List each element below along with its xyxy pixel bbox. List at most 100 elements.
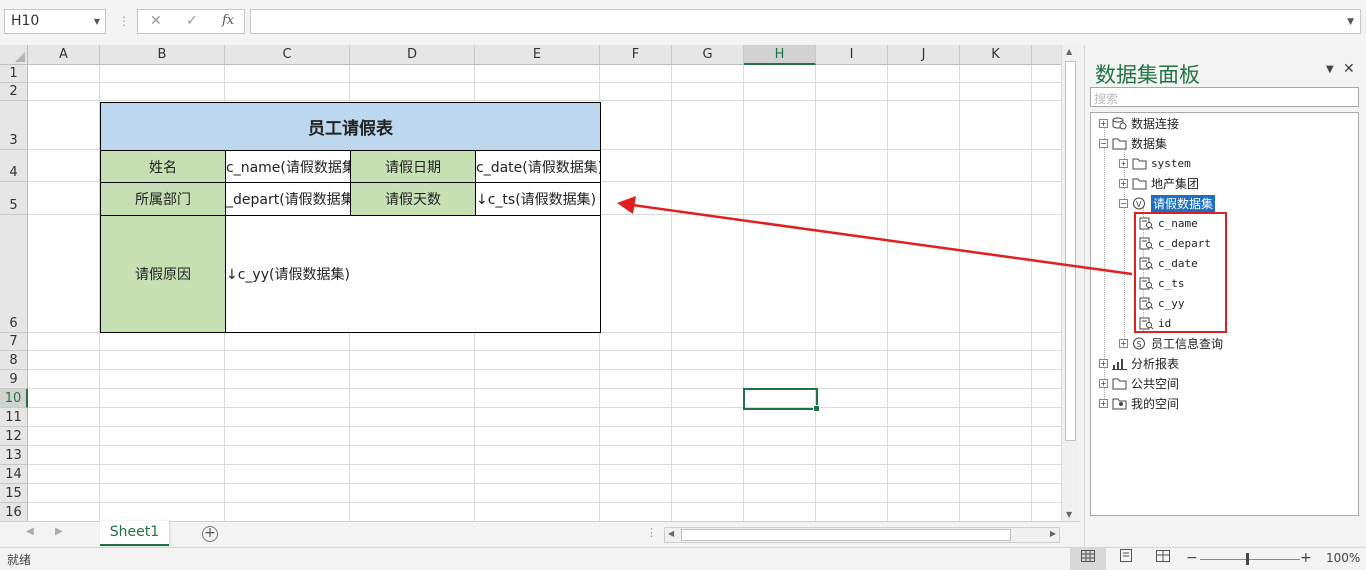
column-header-d[interactable]: D — [350, 45, 475, 65]
tree-node-datasets[interactable]: − 数据集 — [1099, 134, 1167, 152]
horizontal-scrollbar[interactable]: ◀ ▶ — [664, 527, 1060, 543]
row-header-6[interactable]: 6 — [0, 215, 28, 333]
vertical-scrollbar[interactable]: ▲ ▼ — [1061, 45, 1079, 521]
panel-options-icon[interactable]: ▼ — [1326, 64, 1334, 75]
prev-sheet-icon[interactable]: ◀ — [26, 526, 34, 537]
name-box-dropdown-icon[interactable]: ▼ — [94, 17, 100, 26]
close-panel-icon[interactable]: ✕ — [1343, 61, 1355, 77]
row-header-4[interactable]: 4 — [0, 150, 28, 182]
tree-node-analysis-reports[interactable]: + 分析报表 — [1099, 354, 1179, 372]
reason-label-cell[interactable]: 请假原因 — [100, 215, 226, 333]
next-sheet-icon[interactable]: ▶ — [55, 526, 63, 537]
report-title[interactable]: 员工请假表 — [100, 102, 601, 151]
column-header-k[interactable]: K — [960, 45, 1032, 65]
expand-icon[interactable]: + — [1119, 158, 1128, 168]
scroll-down-icon[interactable]: ▼ — [1066, 510, 1072, 519]
date-label-cell[interactable]: 请假日期 — [350, 150, 476, 183]
collapse-icon[interactable]: − — [1119, 198, 1128, 208]
gridline — [28, 350, 1061, 351]
insert-function-icon[interactable]: fx — [222, 13, 234, 28]
row-header-5[interactable]: 5 — [0, 182, 28, 215]
page-break-view-icon[interactable] — [1145, 548, 1181, 570]
column-header-c[interactable]: C — [225, 45, 350, 65]
expand-icon[interactable]: + — [1099, 378, 1108, 388]
expand-icon[interactable]: + — [1119, 338, 1128, 348]
expand-icon[interactable]: + — [1099, 118, 1108, 128]
date-value-cell[interactable]: c_date(请假数据集) — [475, 150, 601, 183]
days-value-cell[interactable]: ↓c_ts(请假数据集) — [475, 182, 601, 216]
formula-bar: H10 ▼ ⋮ ✕ ✓ fx ▼ — [0, 0, 1366, 43]
zoom-out-icon[interactable]: − — [1186, 550, 1198, 566]
scroll-left-icon[interactable]: ◀ — [668, 529, 674, 538]
worksheet-grid[interactable]: ABCDEFGHIJK 1 2 3 4 5 6 7 8 9 10 11 12 13 14 15 16 员工请假… — [0, 45, 1061, 521]
column-header-e[interactable]: E — [475, 45, 600, 65]
dept-label-cell[interactable]: 所属部门 — [100, 182, 226, 216]
status-ready: 就绪 — [7, 553, 32, 567]
tree-node-public-space[interactable]: + 公共空间 — [1099, 374, 1179, 392]
sheet-tab-sheet1[interactable]: Sheet1 — [100, 521, 169, 546]
row-header-15[interactable]: 15 — [0, 484, 28, 503]
row-header-16[interactable]: 16 — [0, 503, 28, 521]
tree-node-employee-query[interactable]: + S 员工信息查询 — [1119, 334, 1223, 352]
column-header-f[interactable]: F — [600, 45, 672, 65]
page-layout-view-icon[interactable] — [1108, 548, 1144, 570]
expand-icon[interactable]: + — [1119, 178, 1128, 188]
gridline — [28, 388, 1061, 389]
panel-search-input[interactable]: 搜索 — [1090, 87, 1359, 107]
column-header-i[interactable]: I — [816, 45, 888, 65]
days-label-cell[interactable]: 请假天数 — [350, 182, 476, 216]
name-label-cell[interactable]: 姓名 — [100, 150, 226, 183]
row-header-14[interactable]: 14 — [0, 465, 28, 484]
row-header-7[interactable]: 7 — [0, 333, 28, 351]
gridline — [28, 426, 1061, 427]
row-header-2[interactable]: 2 — [0, 83, 28, 101]
gridline — [28, 82, 1061, 83]
expand-icon[interactable]: + — [1099, 358, 1108, 368]
expand-icon[interactable]: + — [1099, 398, 1108, 408]
row-header-12[interactable]: 12 — [0, 427, 28, 446]
expand-formula-icon[interactable]: ▼ — [1347, 17, 1354, 27]
column-header-b[interactable]: B — [100, 45, 225, 65]
column-header-a[interactable]: A — [28, 45, 100, 65]
tree-node-system[interactable]: + system — [1119, 154, 1191, 172]
scroll-right-icon[interactable]: ▶ — [1050, 529, 1056, 538]
column-header-g[interactable]: G — [672, 45, 744, 65]
row-header-3[interactable]: 3 — [0, 101, 28, 150]
formula-input[interactable]: ▼ — [250, 9, 1361, 34]
row-header-11[interactable]: 11 — [0, 408, 28, 427]
vertical-scroll-thumb[interactable] — [1065, 61, 1076, 441]
name-box[interactable]: H10 ▼ — [4, 9, 106, 34]
add-sheet-icon[interactable]: + — [202, 526, 218, 542]
row-header-9[interactable]: 9 — [0, 370, 28, 389]
dataset-query-icon: S — [1133, 337, 1145, 349]
tree-node-leave-dataset[interactable]: − V 请假数据集 — [1119, 194, 1216, 212]
scroll-up-icon[interactable]: ▲ — [1066, 47, 1072, 56]
name-value-cell[interactable]: c_name(请假数据集 — [225, 150, 351, 183]
tab-split-handle-icon[interactable]: ⋮ — [646, 526, 657, 539]
row-header-8[interactable]: 8 — [0, 351, 28, 370]
tree-node-connections[interactable]: + 数据连接 — [1099, 114, 1179, 132]
column-header-h[interactable]: H — [744, 45, 816, 65]
tree-node-realestate[interactable]: + 地产集团 — [1119, 174, 1199, 192]
zoom-in-icon[interactable]: + — [1300, 550, 1312, 566]
horizontal-scroll-thumb[interactable] — [681, 529, 1011, 541]
zoom-slider-thumb[interactable] — [1246, 553, 1249, 565]
select-all-corner[interactable] — [0, 45, 28, 65]
cancel-icon[interactable]: ✕ — [150, 13, 162, 29]
dept-value-cell[interactable]: _depart(请假数据集 — [225, 182, 351, 216]
zoom-level[interactable]: 100% — [1326, 551, 1360, 565]
enter-icon[interactable]: ✓ — [186, 13, 198, 29]
folder-icon — [1112, 138, 1127, 149]
gridline — [28, 369, 1061, 370]
normal-view-icon[interactable] — [1070, 548, 1106, 570]
column-header-j[interactable]: J — [888, 45, 960, 65]
collapse-icon[interactable]: − — [1099, 138, 1108, 148]
zoom-slider-track[interactable] — [1200, 559, 1300, 560]
reason-value-cell[interactable]: ↓c_yy(请假数据集) — [225, 215, 601, 333]
tree-node-my-space[interactable]: + 我的空间 — [1099, 394, 1179, 412]
row-header-13[interactable]: 13 — [0, 446, 28, 465]
row-header-1[interactable]: 1 — [0, 65, 28, 83]
row-header-10[interactable]: 10 — [0, 389, 28, 408]
active-cell-selection[interactable] — [743, 388, 820, 412]
name-box-value: H10 — [11, 13, 40, 29]
